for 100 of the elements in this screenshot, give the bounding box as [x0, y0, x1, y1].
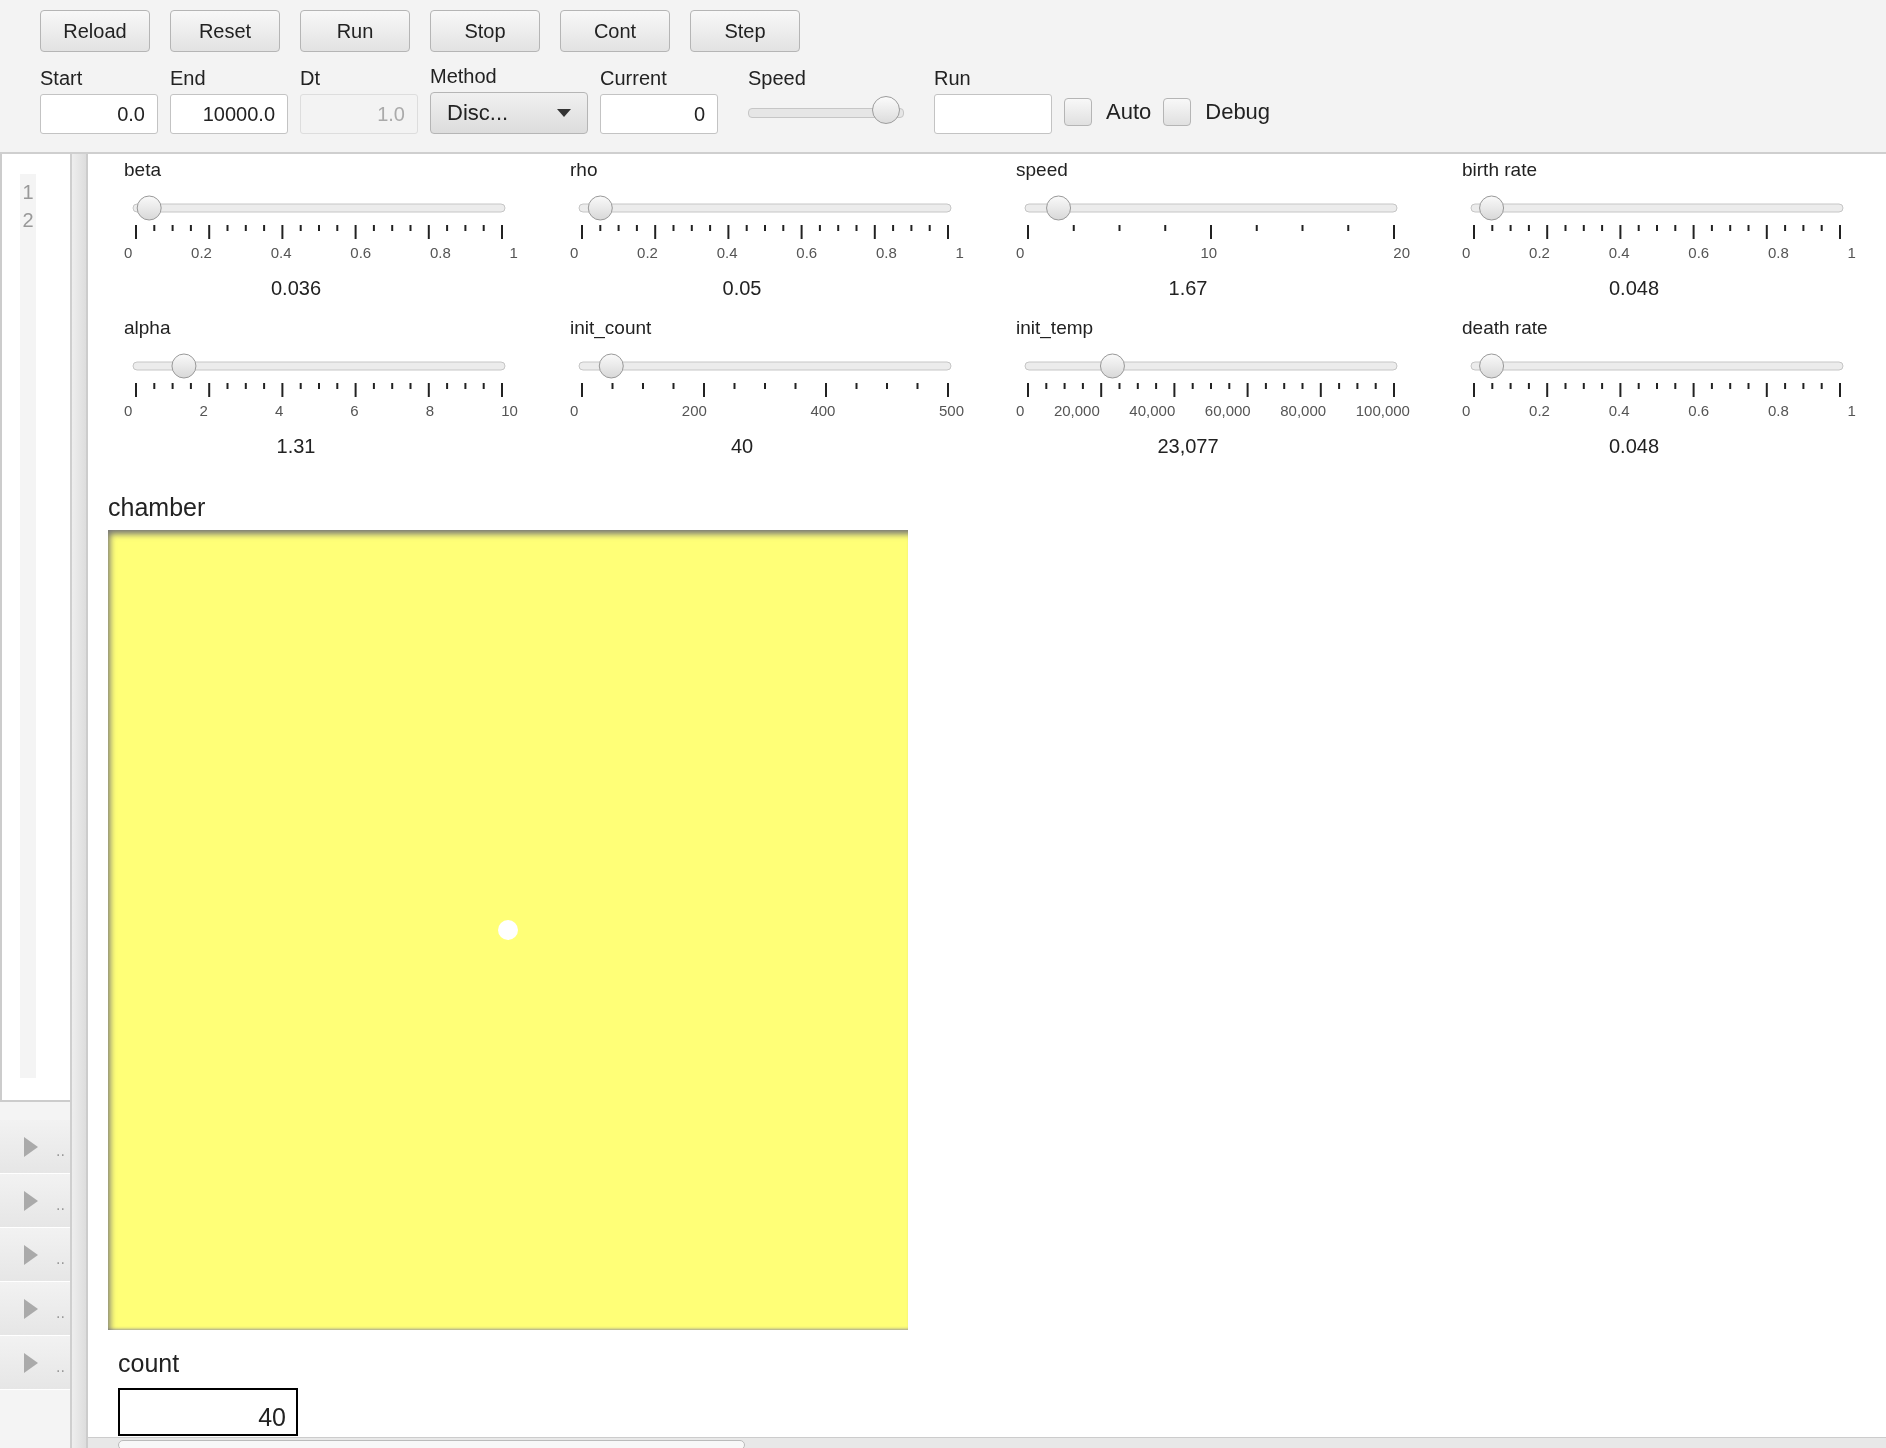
- slider[interactable]: [578, 352, 952, 398]
- tick-label: 0: [570, 244, 579, 261]
- expand-triangle-icon: [24, 1244, 38, 1265]
- slider-value: 23,077: [1156, 435, 1220, 458]
- tick-label: 60,000: [1204, 402, 1251, 419]
- tick-label: 20: [1393, 244, 1410, 261]
- slider-value: 0.048: [1607, 277, 1661, 300]
- tick-label: 6: [350, 402, 359, 419]
- tick-label: 0.8: [1768, 402, 1789, 419]
- slider-label: birth rate: [1462, 158, 1537, 182]
- tick-label: 0.6: [350, 244, 372, 261]
- tick-label: 1: [955, 244, 964, 261]
- toolbar-button[interactable]: Reload: [40, 10, 150, 52]
- tick-label: 1: [1847, 244, 1856, 261]
- slider[interactable]: [1470, 352, 1844, 398]
- tick-label: 0.4: [716, 244, 738, 261]
- tick-label: 100,000: [1355, 402, 1410, 419]
- tick-label: 1: [1847, 402, 1856, 419]
- tick-label: 0: [124, 402, 133, 419]
- field-label: Start: [40, 66, 84, 90]
- toolbar-button[interactable]: Run: [300, 10, 410, 52]
- tick-label: 500: [938, 402, 964, 419]
- tick-label: 8: [425, 402, 435, 419]
- horizontal-scrollbar[interactable]: [88, 1437, 1886, 1448]
- slider-label: beta: [124, 158, 161, 182]
- tick-label: 0.6: [1688, 244, 1710, 261]
- slider-label: init_count: [570, 316, 652, 340]
- field-label: Current: [600, 66, 668, 90]
- splitter[interactable]: [72, 154, 88, 1448]
- slider[interactable]: [1024, 352, 1398, 398]
- expand-triangle-icon: [24, 1298, 38, 1319]
- particle-dot: [498, 920, 518, 940]
- tick-label: 0.2: [1529, 402, 1550, 419]
- slider-label: speed: [1016, 158, 1068, 182]
- toolbar-button[interactable]: Step: [690, 10, 800, 52]
- checkbox-label: Debug: [1205, 99, 1271, 125]
- tick-label: 0.8: [430, 244, 451, 261]
- line-number: 1: [22, 180, 34, 205]
- line-number: 2: [22, 208, 34, 233]
- tick-label: 200: [681, 402, 707, 419]
- slider-label: alpha: [124, 316, 171, 340]
- tick-label: 0.6: [1688, 402, 1710, 419]
- tick-label: 400: [810, 402, 836, 419]
- slider[interactable]: [578, 194, 952, 240]
- caret-icon: [557, 109, 571, 117]
- expand-triangle-icon: [24, 1352, 38, 1373]
- slider-value: 1.67: [1167, 277, 1209, 300]
- slider[interactable]: [132, 352, 506, 398]
- slider[interactable]: [1024, 194, 1398, 240]
- tick-label: 0.4: [1608, 244, 1630, 261]
- checkbox[interactable]: [1064, 98, 1092, 126]
- input-field[interactable]: 10000.0: [170, 94, 288, 134]
- slider-value: 0.036: [269, 277, 323, 300]
- tick-label: 2: [199, 402, 208, 419]
- count-field: 40: [118, 1388, 298, 1436]
- slider-label: death rate: [1462, 316, 1548, 340]
- slider-label: init_temp: [1016, 316, 1094, 340]
- toolbar-button[interactable]: Cont: [560, 10, 670, 52]
- tick-label: 0.6: [796, 244, 818, 261]
- input-field[interactable]: 0.0: [40, 94, 158, 134]
- tick-label: 0.8: [1768, 244, 1789, 261]
- checkbox-label: Auto: [1106, 99, 1152, 125]
- expand-triangle-icon: [24, 1136, 38, 1157]
- tick-label: 0: [1462, 244, 1471, 261]
- slider-value: 1.31: [275, 435, 317, 458]
- field-label: Run: [934, 66, 972, 90]
- slider[interactable]: [1470, 194, 1844, 240]
- field-label: Dt: [300, 66, 321, 90]
- method-dropdown[interactable]: Disc...: [430, 92, 588, 134]
- tick-label: 0: [1462, 402, 1471, 419]
- tick-label: 20,000: [1053, 402, 1100, 419]
- tick-label: 0.4: [1608, 402, 1630, 419]
- tick-label: 0.8: [876, 244, 897, 261]
- tick-label: 10: [1200, 244, 1218, 261]
- tick-label: 80,000: [1280, 402, 1327, 419]
- tick-label: 0: [1016, 402, 1025, 419]
- input-field[interactable]: 0: [600, 94, 718, 134]
- expand-triangle-icon: [24, 1190, 38, 1211]
- checkbox[interactable]: [1163, 98, 1192, 126]
- tick-label: 0.4: [270, 244, 292, 261]
- chamber-title: chamber: [108, 492, 206, 522]
- tick-label: 1: [509, 244, 518, 261]
- slider-value: 40: [729, 435, 755, 458]
- field-label: Method: [430, 64, 498, 88]
- toolbar-button[interactable]: Stop: [430, 10, 540, 52]
- field-label: End: [170, 66, 207, 90]
- slider-value: 0.05: [721, 277, 763, 300]
- slider-label: rho: [570, 158, 598, 182]
- input-field[interactable]: [934, 94, 1052, 134]
- tick-label: 0.2: [191, 244, 212, 261]
- tick-label: 4: [274, 402, 284, 419]
- toolbar-button[interactable]: Reset: [170, 10, 280, 52]
- tick-label: 0.2: [1529, 244, 1550, 261]
- slider-value: 0.048: [1607, 435, 1661, 458]
- count-label: count: [118, 1348, 180, 1378]
- tick-label: 0: [570, 402, 579, 419]
- tick-label: 40,000: [1129, 402, 1176, 419]
- tick-label: 0: [1016, 244, 1025, 261]
- tick-label: 10: [501, 402, 518, 419]
- slider[interactable]: [132, 194, 506, 240]
